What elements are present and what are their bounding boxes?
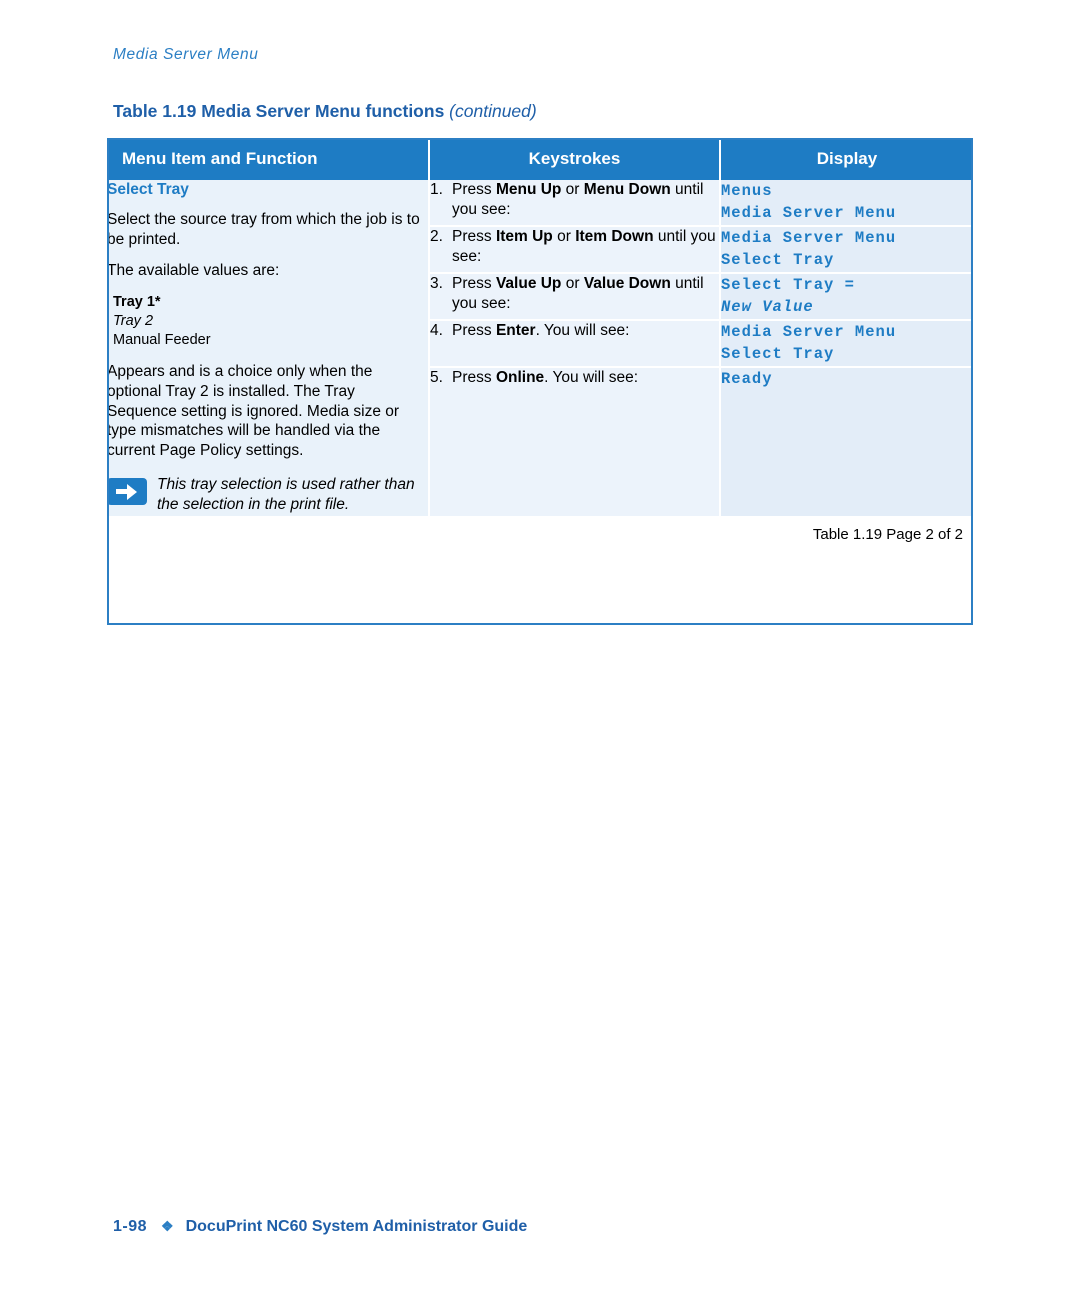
- step-text-3: Press Value Up or Value Down until you s…: [452, 274, 719, 314]
- step-mid-3: or: [561, 274, 584, 292]
- menu-item-para-1: Select the source tray from which the jo…: [107, 210, 420, 248]
- step-text-4: Press Enter. You will see:: [452, 321, 719, 341]
- step-text-post-4: . You will see:: [535, 321, 630, 339]
- step-text-5: Press Online. You will see:: [452, 368, 719, 388]
- column-header-display: Display: [720, 138, 973, 180]
- display-cell-1: Menus Media Server Menu: [720, 180, 973, 227]
- value-tray-2: Tray 2: [113, 313, 154, 330]
- step-bold-2b: Item Down: [575, 227, 654, 245]
- step-text-pre-2: Press: [452, 227, 496, 245]
- keystroke-cell-5: 5. Press Online. You will see:: [429, 366, 721, 518]
- step-text-post-5: . You will see:: [544, 368, 639, 386]
- running-header: Media Server Menu: [113, 46, 259, 63]
- display-line-3a: Select Tray =: [721, 275, 855, 294]
- display-line-2a: Media Server Menu: [721, 228, 897, 247]
- column-header-menu-item: Menu Item and Function: [107, 138, 430, 180]
- value-manual-feeder: Manual Feeder: [113, 332, 211, 348]
- table-footer-row: Table 1.19 Page 2 of 2: [107, 516, 973, 553]
- display-line-2b: Select Tray: [721, 251, 835, 270]
- step-mid-1: or: [561, 181, 584, 198]
- step-text-pre-1: Press: [452, 181, 496, 198]
- step-bold-2a: Item Up: [495, 227, 553, 245]
- step-text-pre-3: Press: [452, 274, 496, 292]
- display-line-1b: Media Server Menu: [721, 204, 897, 223]
- display-cell-5: Ready: [720, 366, 973, 518]
- step-number-4: 4.: [430, 321, 443, 339]
- note-block: This tray selection is used rather than …: [107, 475, 428, 515]
- step-number-3: 3.: [430, 274, 443, 292]
- step-bold-3a: Value Up: [495, 274, 562, 292]
- diamond-icon: ❖: [161, 1218, 174, 1234]
- keystroke-cell-4: 4. Press Enter. You will see:: [429, 319, 721, 368]
- menu-item-para-3: Appears and is a choice only when the op…: [107, 362, 400, 460]
- step-bold-4a: Enter: [495, 321, 536, 339]
- note-text: This tray selection is used rather than …: [157, 475, 415, 513]
- step-text-pre-4: Press: [452, 321, 496, 339]
- step-text-1: Press Menu Up or Menu Down until you see…: [452, 180, 719, 220]
- display-cell-4: Media Server Menu Select Tray: [720, 319, 973, 368]
- table-header-row: Menu Item and Function Keystrokes Displa…: [107, 138, 973, 180]
- display-cell-2: Media Server Menu Select Tray: [720, 225, 973, 274]
- step-text-pre-5: Press: [452, 368, 496, 386]
- menu-item-para-2: The available values are:: [107, 262, 280, 280]
- step-text-2: Press Item Up or Item Down until you see…: [452, 227, 719, 267]
- menu-item-title: Select Tray: [107, 181, 189, 198]
- step-number-1: 1.: [430, 181, 443, 198]
- table-footer-cell: Table 1.19 Page 2 of 2: [107, 516, 973, 553]
- step-bold-1a: Menu Up: [495, 181, 562, 198]
- keystroke-cell-1: 1. Press Menu Up or Menu Down until you …: [429, 180, 721, 227]
- table-row: Select Tray Select the source tray from …: [107, 180, 973, 518]
- note-arrow-icon: [107, 477, 147, 505]
- keystroke-cell-2: 2. Press Item Up or Item Down until you …: [429, 225, 721, 274]
- display-cell-3: Select Tray = New Value: [720, 272, 973, 321]
- step-bold-1b: Menu Down: [583, 181, 671, 198]
- display-line-3b: New Value: [721, 298, 814, 317]
- page-number: 1-98: [113, 1218, 148, 1235]
- step-bold-3b: Value Down: [583, 274, 671, 292]
- step-number-2: 2.: [430, 227, 443, 245]
- display-line-5a: Ready: [721, 369, 773, 388]
- page-footer: 1-98 ❖ DocuPrint NC60 System Administrat…: [113, 1218, 527, 1236]
- keystroke-cell-3: 3. Press Value Up or Value Down until yo…: [429, 272, 721, 321]
- media-server-menu-table: Menu Item and Function Keystrokes Displa…: [107, 138, 973, 553]
- value-tray-1: Tray 1*: [113, 294, 161, 311]
- page: Media Server Menu Table 1.19 Media Serve…: [0, 0, 1080, 1296]
- menu-item-function-cell: Select Tray Select the source tray from …: [107, 180, 430, 518]
- table-caption: Table 1.19 Media Server Menu functions (…: [113, 101, 537, 122]
- guide-title: DocuPrint NC60 System Administrator Guid…: [185, 1218, 528, 1235]
- table-caption-main: Table 1.19 Media Server Menu functions: [113, 101, 450, 121]
- menu-item-values: Tray 1* Tray 2 Manual Feeder: [113, 293, 428, 350]
- step-bold-5a: Online: [495, 368, 545, 386]
- table-caption-continued: (continued): [449, 101, 537, 121]
- step-mid-2: or: [552, 227, 576, 245]
- display-line-4a: Media Server Menu: [721, 322, 897, 341]
- display-line-1a: Menus: [721, 182, 773, 200]
- step-number-5: 5.: [430, 368, 443, 386]
- column-header-keystrokes: Keystrokes: [429, 138, 721, 180]
- display-line-4b: Select Tray: [721, 345, 835, 364]
